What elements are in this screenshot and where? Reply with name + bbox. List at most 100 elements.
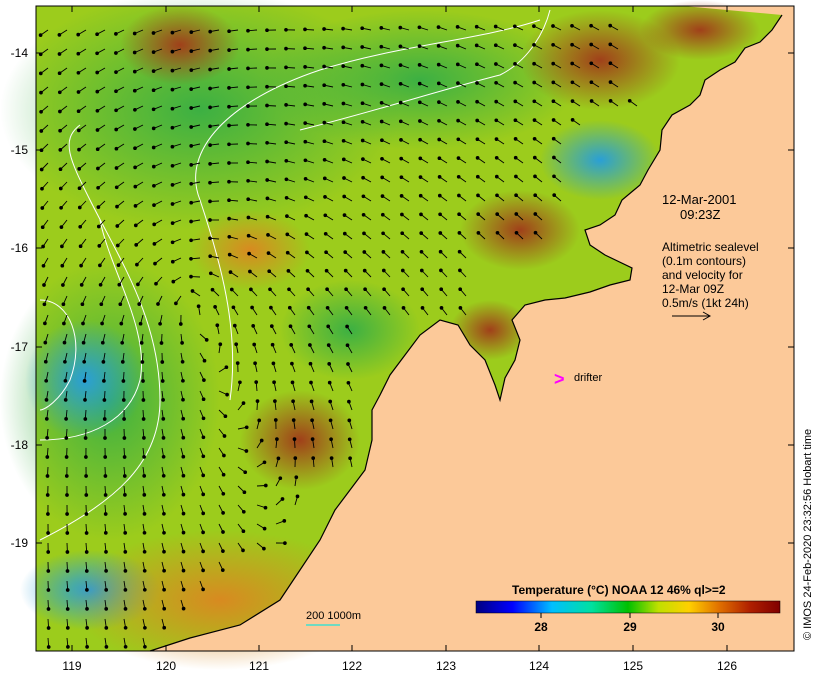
velocity-vector-head xyxy=(221,511,225,515)
velocity-vector-head xyxy=(342,231,347,236)
velocity-vector-head xyxy=(77,205,82,210)
velocity-vector-head xyxy=(156,302,160,306)
velocity-vector-head xyxy=(362,268,367,273)
velocity-vector-head xyxy=(345,324,349,329)
velocity-vector-head xyxy=(151,31,156,35)
colorbar-gradient xyxy=(475,600,781,614)
velocity-vector-head xyxy=(419,212,423,217)
velocity-vector-head xyxy=(322,102,327,106)
velocity-vector-head xyxy=(189,87,194,91)
velocity-vector-head xyxy=(133,146,137,151)
velocity-vector-head xyxy=(79,283,84,287)
velocity-vector-head xyxy=(139,341,144,345)
velocity-vector-head xyxy=(263,483,268,488)
velocity-vector-head xyxy=(266,251,271,255)
velocity-vector-head xyxy=(189,125,194,129)
velocity-vector-head xyxy=(398,119,403,124)
velocity-vector-head xyxy=(85,645,89,649)
velocity-vector-head xyxy=(399,138,403,142)
velocity-vector-head xyxy=(494,118,499,123)
velocity-vector-head xyxy=(38,33,43,37)
velocity-vector-head xyxy=(513,80,517,85)
velocity-vector-head xyxy=(285,214,289,218)
velocity-vector-head xyxy=(308,343,312,347)
velocity-vector-head xyxy=(303,27,307,32)
velocity-vector-head xyxy=(135,262,139,267)
velocity-vector-head xyxy=(121,398,126,402)
velocity-vector-head xyxy=(533,174,537,179)
velocity-vector-head xyxy=(436,62,441,67)
velocity-vector-head xyxy=(341,138,346,143)
velocity-vector-head xyxy=(246,66,250,71)
velocity-vector-head xyxy=(244,425,249,430)
velocity-vector-head xyxy=(284,46,288,51)
velocity-vector-head xyxy=(475,62,479,67)
velocity-vector-head xyxy=(608,99,613,103)
velocity-vector-head xyxy=(114,185,119,190)
lon-tick-label: 120 xyxy=(156,659,176,673)
velocity-vector-head xyxy=(265,84,269,89)
velocity-vector-head xyxy=(201,397,206,402)
velocity-vector-head xyxy=(322,27,326,31)
altimetry-line: and velocity for xyxy=(662,268,743,282)
velocity-vector-head xyxy=(42,302,47,307)
velocity-vector-head xyxy=(417,25,422,30)
velocity-vector-head xyxy=(83,417,88,421)
velocity-vector-head xyxy=(103,512,108,516)
velocity-vector-head xyxy=(142,549,147,554)
velocity-vector-head xyxy=(476,193,480,198)
velocity-vector-head xyxy=(276,456,281,461)
velocity-vector-head xyxy=(341,120,346,125)
velocity-vector-head xyxy=(63,359,67,364)
velocity-vector-head xyxy=(284,158,289,163)
velocity-vector-head xyxy=(322,83,327,88)
velocity-vector-head xyxy=(104,626,109,630)
velocity-vector-head xyxy=(379,100,384,105)
velocity-vector-head xyxy=(215,323,220,328)
velocity-vector-head xyxy=(291,399,295,404)
velocity-vector-head xyxy=(284,65,288,70)
velocity-vector-head xyxy=(310,437,315,441)
velocity-vector-head xyxy=(341,157,346,162)
velocity-vector-head xyxy=(57,90,62,95)
velocity-vector-head xyxy=(570,23,574,28)
velocity-vector-head xyxy=(284,27,288,32)
velocity-vector-head xyxy=(103,436,107,440)
velocity-vector-head xyxy=(551,118,556,122)
velocity-vector-head xyxy=(141,379,145,383)
altimetry-line: 12-Mar 09Z xyxy=(662,282,724,296)
velocity-vector-head xyxy=(46,607,51,611)
velocity-vector-head xyxy=(570,99,575,103)
velocity-vector-head xyxy=(151,145,156,150)
velocity-vector-head xyxy=(115,224,120,228)
velocity-vector-head xyxy=(123,607,128,611)
velocity-vector-head xyxy=(162,549,166,554)
velocity-vector-head xyxy=(273,418,278,422)
velocity-vector-head xyxy=(476,231,481,235)
velocity-vector-head xyxy=(84,493,89,497)
velocity-vector-head xyxy=(322,139,327,144)
velocity-vector-head xyxy=(208,105,212,110)
velocity-vector-head xyxy=(259,438,264,443)
velocity-vector-head xyxy=(84,455,88,459)
velocity-vector-head xyxy=(161,492,166,497)
velocity-vector-head xyxy=(381,250,386,254)
velocity-vector-head xyxy=(57,71,62,76)
velocity-vector-head xyxy=(343,250,348,254)
velocity-vector-head xyxy=(78,224,83,229)
velocity-vector-head xyxy=(58,186,63,191)
velocity-vector-head xyxy=(419,249,424,254)
velocity-vector-head xyxy=(419,231,424,235)
velocity-vector-head xyxy=(325,305,330,310)
velocity-vector-head xyxy=(232,323,237,328)
velocity-vector-head xyxy=(229,287,234,292)
velocity-vector-head xyxy=(227,123,231,128)
velocity-vector-head xyxy=(181,435,186,440)
lat-tick-label: -16 xyxy=(11,241,29,255)
velocity-vector-head xyxy=(221,549,225,553)
velocity-vector-head xyxy=(104,645,109,649)
velocity-vector-head xyxy=(267,269,272,274)
velocity-vector-head xyxy=(227,179,231,184)
velocity-vector-head xyxy=(114,51,118,55)
velocity-vector-head xyxy=(64,474,69,478)
